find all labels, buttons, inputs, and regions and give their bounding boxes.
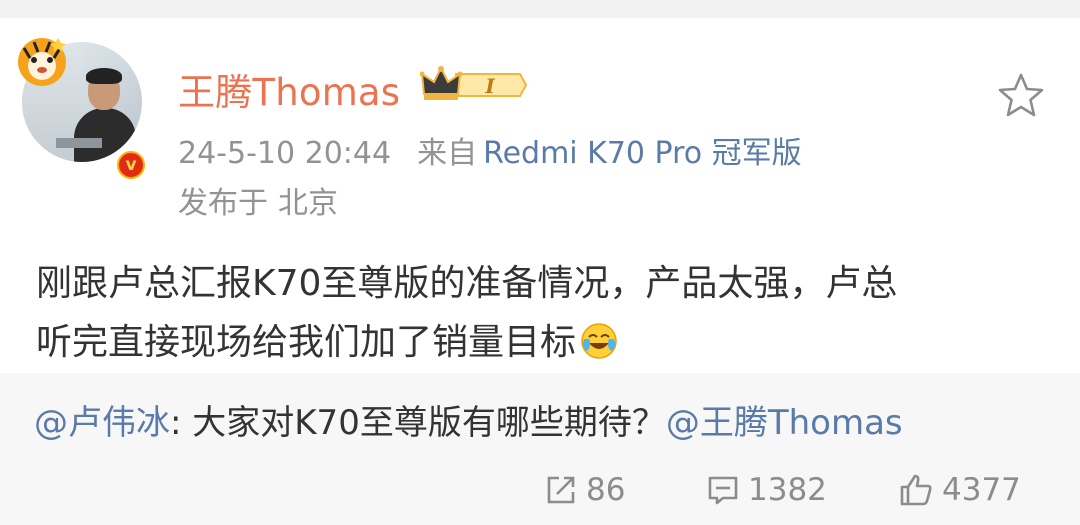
- comment-icon: [708, 476, 738, 505]
- action-bar: 86 1382 4377: [0, 465, 1080, 515]
- post-location: 发布于 北京: [178, 178, 338, 222]
- like-button[interactable]: 4377: [898, 465, 1021, 515]
- post-body: 刚跟卢总汇报K70至尊版的准备情况，产品太强，卢总 听完直接现场给我们加了销量目…: [36, 254, 1046, 372]
- share-count: 86: [586, 472, 626, 508]
- tiger-avatar-decoration-icon: [18, 38, 66, 86]
- vip-level: I: [484, 74, 495, 98]
- avatar[interactable]: v: [18, 38, 148, 182]
- repost-separator: :: [170, 403, 193, 443]
- verified-badge-icon: v: [114, 148, 148, 182]
- laugh-cry-emoji-icon: [581, 323, 617, 359]
- post-timestamp: 24-5-10 20:44: [178, 136, 392, 171]
- like-count: 4377: [942, 472, 1021, 508]
- repost-section[interactable]: @卢伟冰: 大家对K70至尊版有哪些期待？@王腾Thomas 86 1382 4…: [0, 373, 1080, 525]
- source-label: 来自: [417, 136, 478, 171]
- favorite-star-icon[interactable]: [996, 72, 1046, 118]
- post-meta: 24-5-10 20:44 来自 Redmi K70 Pro 冠军版: [178, 128, 802, 172]
- repost-mention-link[interactable]: @王腾Thomas: [666, 403, 903, 443]
- comment-button[interactable]: 1382: [706, 465, 827, 515]
- location-value: 北京: [278, 186, 338, 221]
- comment-count: 1382: [748, 472, 827, 508]
- repost-content: 大家对K70至尊版有哪些期待？: [192, 403, 666, 443]
- repost-author-mention[interactable]: @卢伟冰: [34, 403, 170, 443]
- post-text-line-1: 刚跟卢总汇报K70至尊版的准备情况，产品太强，卢总: [36, 263, 898, 304]
- weibo-post-card: v 王腾Thomas I 24-5-10 20:44 来自 Redmi K70 Pr…: [0, 18, 1080, 525]
- location-label: 发布于: [178, 186, 268, 221]
- share-button[interactable]: 86: [544, 465, 625, 515]
- source-device-link[interactable]: Redmi K70 Pro 冠军版: [483, 136, 802, 171]
- share-icon: [547, 476, 575, 504]
- author-name[interactable]: 王腾Thomas: [178, 62, 400, 116]
- vip-crown-badge-icon[interactable]: I: [420, 64, 528, 106]
- post-text-line-2: 听完直接现场给我们加了销量目标: [36, 322, 577, 363]
- repost-text: @卢伟冰: 大家对K70至尊版有哪些期待？@王腾Thomas: [34, 395, 903, 444]
- thumbs-up-icon: [900, 474, 932, 506]
